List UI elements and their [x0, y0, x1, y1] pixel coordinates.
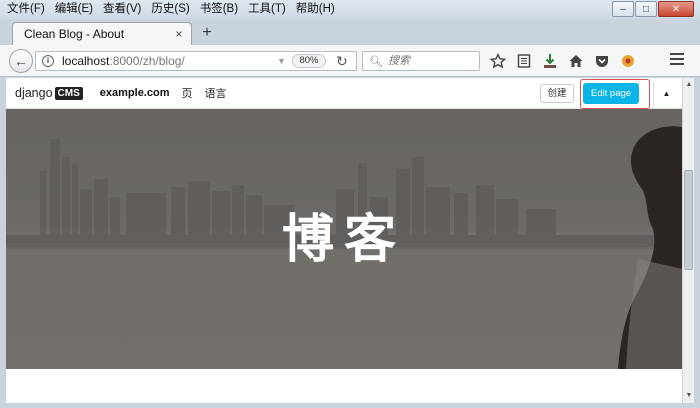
menu-tools[interactable]: 工具(T) [248, 0, 286, 19]
menu-file[interactable]: 文件(F) [7, 0, 45, 19]
url-dropdown-icon[interactable]: ▼ [277, 56, 286, 66]
url-bar[interactable]: i localhost:8000/zh/blog/ ▼ 80% ↻ [35, 51, 357, 71]
url-text[interactable]: localhost:8000/zh/blog/ [62, 54, 185, 68]
menu-help[interactable]: 帮助(H) [296, 0, 335, 19]
toolbar-icons [488, 52, 644, 70]
search-icon: 🔍︎ [369, 55, 383, 68]
window-menubar: 文件(F) 编辑(E) 查看(V) 历史(S) 书签(B) 工具(T) 帮助(H… [0, 0, 700, 19]
star-icon[interactable] [488, 52, 507, 70]
pocket-icon[interactable] [592, 52, 611, 70]
info-icon[interactable]: i [42, 55, 54, 67]
page-body [6, 369, 682, 403]
zoom-indicator[interactable]: 80% [292, 54, 326, 68]
minimize-button[interactable]: – [612, 1, 634, 17]
tab-strip: Clean Blog - About × + [0, 19, 700, 45]
reading-list-icon[interactable] [514, 52, 533, 70]
hero-header: 博客 [6, 109, 682, 369]
logo-badge: CMS [54, 86, 83, 100]
menu-bookmarks[interactable]: 书签(B) [200, 0, 238, 19]
page-menu[interactable]: 页 [181, 85, 192, 101]
menu-items: 文件(F) 编辑(E) 查看(V) 历史(S) 书签(B) 工具(T) 帮助(H… [0, 0, 345, 19]
navigation-bar: ← i localhost:8000/zh/blog/ ▼ 80% ↻ 🔍︎ [0, 45, 700, 77]
back-button[interactable]: ← [9, 49, 33, 73]
page-viewport: django CMS example.com 页 语言 创建 Edit page … [6, 78, 682, 403]
home-icon[interactable] [566, 52, 585, 70]
hero-title: 博客 [281, 210, 406, 270]
menu-icon[interactable] [670, 53, 684, 67]
tab-title: Clean Blog - About [24, 27, 125, 41]
language-menu[interactable]: 语言 [204, 85, 226, 101]
maximize-button[interactable]: □ [635, 1, 657, 17]
scrollbar-thumb[interactable] [684, 170, 693, 270]
cms-toolbar: django CMS example.com 页 语言 创建 Edit page … [6, 78, 682, 109]
window-bottom-edge [0, 403, 700, 408]
back-arrow-icon: ← [14, 53, 28, 69]
url-host: localhost [62, 54, 110, 68]
tab-clean-blog[interactable]: Clean Blog - About × [12, 22, 192, 45]
django-cms-logo[interactable]: django CMS [15, 86, 83, 100]
close-window-button[interactable]: ✕ [658, 1, 694, 17]
window-controls: – □ ✕ [611, 1, 694, 17]
window-right-edge [694, 78, 700, 403]
menu-view[interactable]: 查看(V) [103, 0, 141, 19]
site-menu[interactable]: example.com [100, 87, 170, 99]
create-button[interactable]: 创建 [540, 84, 574, 103]
menu-edit[interactable]: 编辑(E) [55, 0, 93, 19]
vertical-scrollbar[interactable]: ▲ ▼ [682, 78, 694, 403]
tab-close-icon[interactable]: × [171, 27, 187, 41]
reload-icon[interactable]: ↻ [336, 53, 348, 70]
extension-icon[interactable] [618, 52, 637, 70]
search-input[interactable] [387, 55, 476, 67]
toolbar-collapse-button[interactable]: ▲ [653, 81, 679, 106]
logo-text: django [15, 86, 53, 100]
new-tab-button[interactable]: + [198, 25, 216, 41]
search-bar[interactable]: 🔍︎ [362, 51, 480, 71]
edit-page-button[interactable]: Edit page [583, 83, 639, 104]
menu-history[interactable]: 历史(S) [151, 0, 189, 19]
download-icon[interactable] [540, 52, 559, 70]
url-path: :8000/zh/blog/ [109, 54, 185, 68]
